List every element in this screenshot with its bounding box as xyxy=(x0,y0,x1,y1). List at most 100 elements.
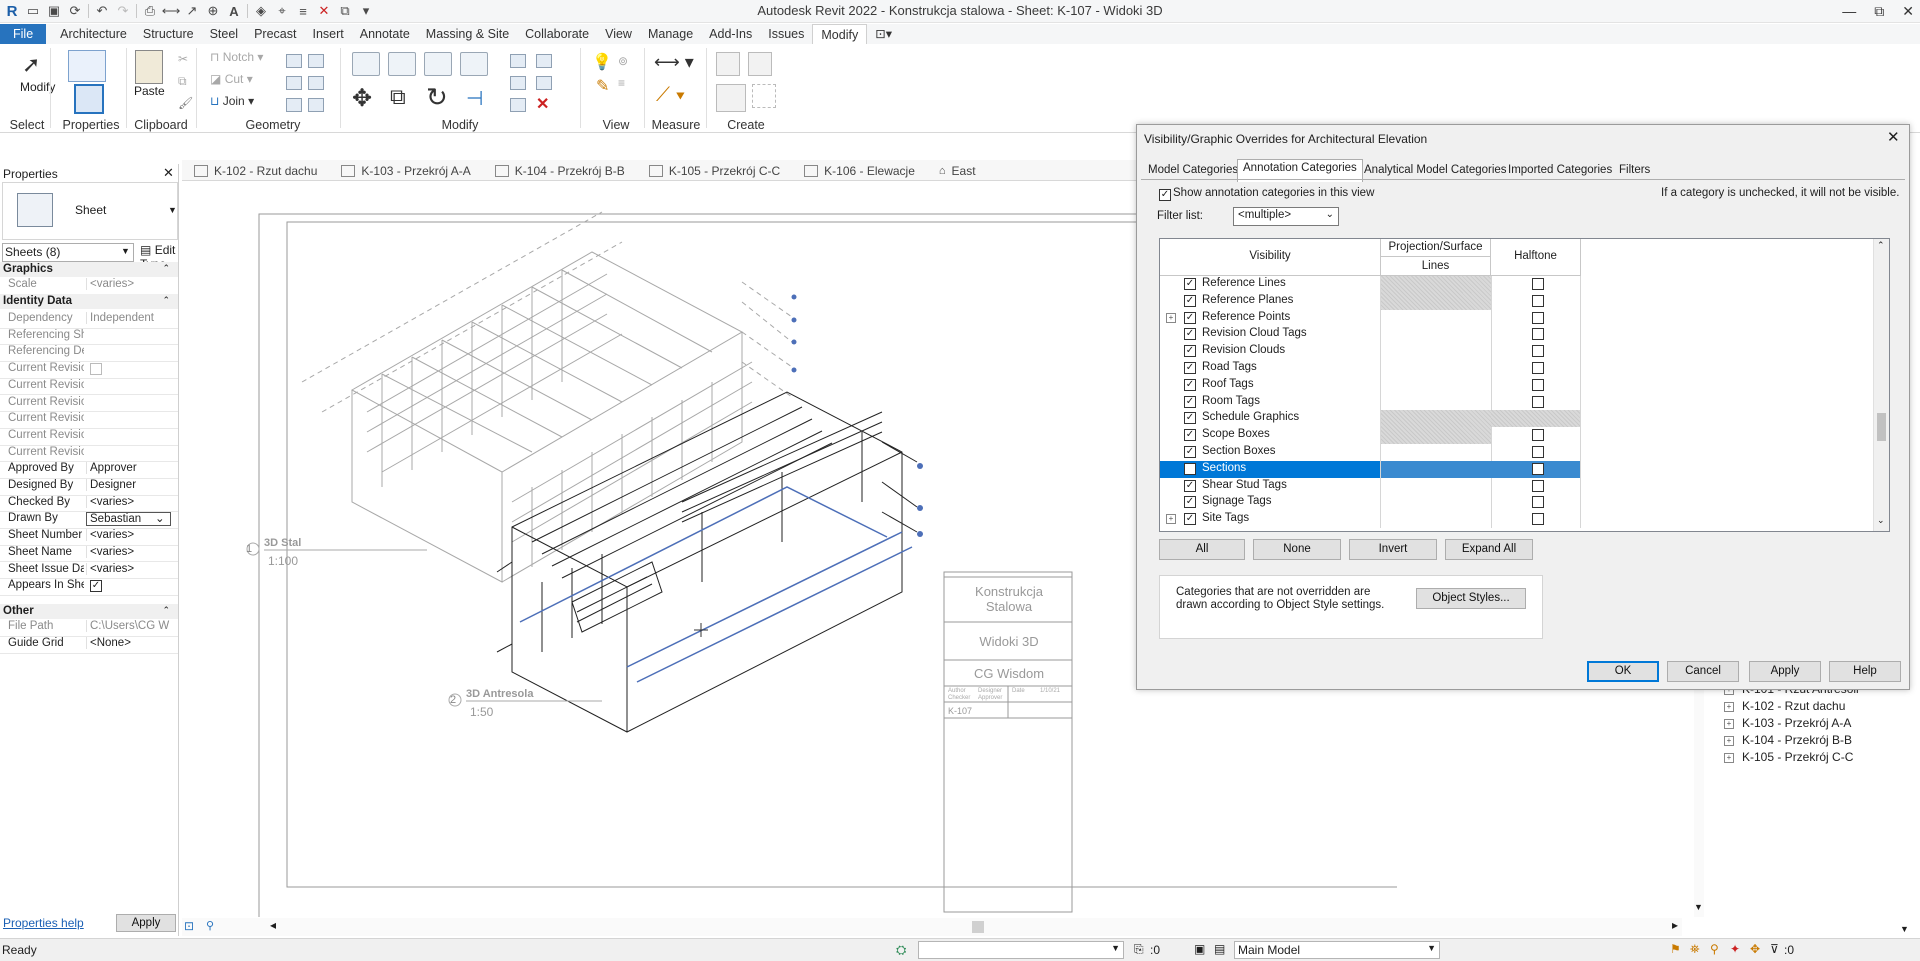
aligned-dimension-icon[interactable]: ⟋ ▾ xyxy=(656,84,685,107)
grid-scrollbar[interactable]: ⌃ ⌄ xyxy=(1873,239,1889,531)
browser-item[interactable]: + K-104 - Przekrój B-B xyxy=(1724,733,1852,747)
tab-k-105[interactable]: K-105 - Przekrój C-C xyxy=(637,160,792,180)
halftone-checkbox[interactable] xyxy=(1532,362,1544,374)
array-icon[interactable] xyxy=(510,76,526,90)
projection-lines-cell[interactable] xyxy=(1380,309,1492,327)
design-option-dropdown[interactable]: Main Model ▼ xyxy=(1234,941,1440,959)
group-identity-data[interactable]: Identity Data ⌃ xyxy=(0,294,178,309)
projection-lines-cell[interactable] xyxy=(1380,360,1492,377)
section-icon[interactable]: ⌖ xyxy=(274,3,290,19)
halftone-checkbox[interactable] xyxy=(1532,345,1544,358)
projection-lines-cell[interactable] xyxy=(1380,326,1492,344)
edit-type-button[interactable]: ▤ Edit Type xyxy=(140,243,178,271)
properties-help-link[interactable]: Properties help xyxy=(3,916,84,930)
open-icon[interactable]: ▭ xyxy=(25,3,41,19)
menu-precast[interactable]: Precast xyxy=(246,24,304,44)
sync-icon[interactable]: ⟳ xyxy=(67,3,83,19)
property-row[interactable]: Current Revisio... xyxy=(0,411,178,429)
projection-lines-cell[interactable] xyxy=(1380,393,1492,411)
contextual-tab-dropdown-icon[interactable]: ⊡▾ xyxy=(867,24,900,44)
view-control-icon[interactable]: ⚲ xyxy=(206,919,214,932)
menu-modify[interactable]: Modify xyxy=(812,23,868,45)
dimension-icon[interactable]: ↗ xyxy=(184,3,200,19)
tab-east[interactable]: ⌂ East xyxy=(927,160,988,180)
tab-analytical-model-categories[interactable]: Analytical Model Categories xyxy=(1359,162,1512,180)
geometry-tool-icon[interactable] xyxy=(286,54,302,68)
tab-filters[interactable]: Filters xyxy=(1614,162,1655,180)
print-icon[interactable]: ⎙ xyxy=(142,3,158,19)
properties-icon[interactable] xyxy=(74,84,104,114)
tab-k-104[interactable]: K-104 - Przekrój B-B xyxy=(483,160,637,180)
select-pinned-icon[interactable]: ⚲ xyxy=(1710,942,1719,956)
scroll-right-icon[interactable]: ▸ xyxy=(1672,918,1678,932)
paste-icon[interactable] xyxy=(135,50,163,84)
notch-button[interactable]: ⊓ Notch ▾ xyxy=(210,50,263,64)
select-underlay-icon[interactable]: ⛯ xyxy=(1690,942,1700,957)
design-options-icon[interactable]: ▣ xyxy=(1194,942,1205,956)
menu-view[interactable]: View xyxy=(597,24,640,44)
offset-icon[interactable] xyxy=(388,52,416,76)
cut-scissors-icon[interactable]: ✂ xyxy=(178,52,188,66)
workset-dropdown[interactable]: ▼ xyxy=(918,941,1124,959)
rotate-icon[interactable]: ↻ xyxy=(426,82,448,113)
property-row[interactable]: Current Revisio... xyxy=(0,361,178,379)
create-assembly-icon[interactable] xyxy=(716,52,740,76)
geometry-tool-icon[interactable] xyxy=(308,76,324,90)
property-row[interactable]: Current Revision xyxy=(0,445,178,463)
split-gap-icon[interactable] xyxy=(536,54,552,68)
halftone-checkbox[interactable] xyxy=(1532,462,1544,475)
browser-item[interactable]: + K-105 - Przekrój C-C xyxy=(1724,750,1853,764)
halftone-checkbox[interactable] xyxy=(1532,395,1544,408)
filter-list-dropdown[interactable]: <multiple> ⌄ xyxy=(1233,207,1339,226)
halftone-checkbox[interactable] xyxy=(1532,479,1544,492)
view-title[interactable]: 3D Stal xyxy=(264,537,301,549)
cut-button[interactable]: ◪ Cut ▾ xyxy=(210,72,253,86)
property-row[interactable]: Guide Grid <None> xyxy=(0,636,178,654)
menu-file[interactable]: File xyxy=(0,24,47,44)
property-row[interactable]: Drawn By Sebastian ⌄ xyxy=(0,511,178,530)
design-options-icon[interactable]: ▤ xyxy=(1214,942,1225,956)
geometry-tool-icon[interactable] xyxy=(286,76,302,90)
category-row[interactable]: ✓ Schedule Graphics xyxy=(1160,410,1581,428)
move-icon[interactable]: ✥ xyxy=(352,84,372,113)
type-properties-icon[interactable] xyxy=(68,50,106,82)
projection-lines-cell[interactable] xyxy=(1380,376,1492,394)
halftone-checkbox[interactable] xyxy=(1532,429,1544,442)
select-face-icon[interactable]: ✦ xyxy=(1730,942,1740,956)
column-visibility[interactable]: Visibility xyxy=(1160,239,1381,276)
category-row[interactable]: ✓ Revision Clouds xyxy=(1160,343,1581,360)
column-lines[interactable]: Lines xyxy=(1381,257,1490,275)
visibility-checkbox[interactable]: ✓ xyxy=(1184,429,1196,442)
object-styles-button[interactable]: Object Styles... xyxy=(1416,588,1526,609)
property-row[interactable]: Current Revisio... xyxy=(0,395,178,413)
cancel-button[interactable]: Cancel xyxy=(1667,661,1739,682)
halftone-checkbox[interactable] xyxy=(1532,311,1544,324)
scale-icon[interactable] xyxy=(536,76,552,90)
expand-icon[interactable]: + xyxy=(1166,312,1176,323)
expand-icon[interactable]: + xyxy=(1724,702,1734,712)
property-row[interactable]: Designed By Designer xyxy=(0,478,178,496)
geometry-tool-icon[interactable] xyxy=(308,98,324,112)
linework-icon[interactable]: ≡ xyxy=(618,76,625,90)
halftone-checkbox[interactable] xyxy=(1532,513,1544,526)
align-icon[interactable] xyxy=(352,52,380,76)
tab-imported-categories[interactable]: Imported Categories xyxy=(1503,162,1617,180)
all-button[interactable]: All xyxy=(1159,539,1245,560)
type-selector[interactable]: Sheet ▼ xyxy=(2,182,178,240)
3d-view-icon[interactable]: ◈ xyxy=(253,3,269,19)
expand-icon[interactable]: + xyxy=(1724,719,1734,729)
menu-steel[interactable]: Steel xyxy=(202,24,247,44)
apply-button[interactable]: Apply xyxy=(1749,661,1821,682)
menu-massing-site[interactable]: Massing & Site xyxy=(418,24,517,44)
menu-structure[interactable]: Structure xyxy=(135,24,202,44)
mirror-axis-icon[interactable] xyxy=(424,52,452,76)
redo-icon[interactable]: ↷ xyxy=(115,3,131,19)
undo-icon[interactable]: ↶ xyxy=(94,3,110,19)
category-row[interactable]: + ✓ Site Tags xyxy=(1160,511,1581,528)
halftone-checkbox[interactable] xyxy=(1532,496,1544,509)
scroll-down-icon[interactable]: ▼ xyxy=(1694,902,1703,912)
projection-lines-cell[interactable] xyxy=(1380,460,1492,478)
menu-issues[interactable]: Issues xyxy=(760,24,812,44)
tab-k-102[interactable]: K-102 - Rzut dachu xyxy=(182,160,329,180)
close-icon[interactable]: ✕ xyxy=(163,165,174,181)
